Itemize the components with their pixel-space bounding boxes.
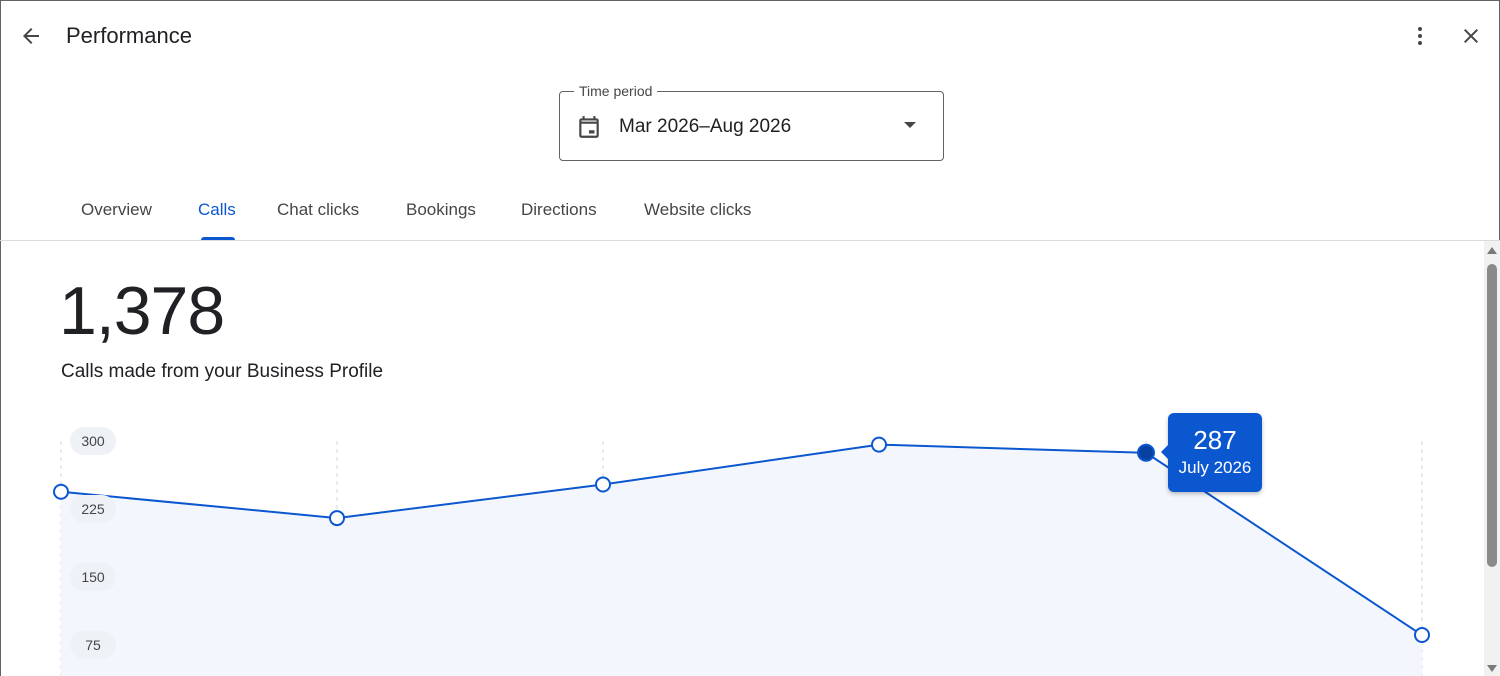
calls-panel: 1,378 Calls made from your Business Prof… <box>0 241 1484 676</box>
header: Performance <box>0 0 1500 72</box>
tab-website-clicks[interactable]: Website clicks <box>644 180 751 240</box>
tab-bookings[interactable]: Bookings <box>406 180 476 240</box>
y-tick-label: 225 <box>70 495 116 523</box>
metric-tabs: Overview Calls Chat clicks Bookings Dire… <box>0 180 1500 241</box>
more-options-button[interactable] <box>1400 16 1440 56</box>
y-tick-label: 150 <box>70 563 116 591</box>
data-point[interactable] <box>53 483 69 500</box>
time-period-label: Time period <box>574 81 658 101</box>
tab-directions[interactable]: Directions <box>521 180 597 240</box>
calendar-icon <box>579 116 599 138</box>
tooltip-label: July 2026 <box>1178 458 1252 477</box>
active-tab-indicator <box>201 237 235 240</box>
data-point[interactable] <box>329 510 345 527</box>
page-title: Performance <box>66 23 192 48</box>
time-period-value: Mar 2026–Aug 2026 <box>619 116 792 137</box>
tooltip-value: 287 <box>1193 425 1237 455</box>
data-point-highlighted[interactable] <box>1137 443 1155 462</box>
arrow-back-icon <box>23 28 39 44</box>
tab-overview[interactable]: Overview <box>81 180 152 240</box>
data-point[interactable] <box>871 436 887 453</box>
chart-tooltip: 287 July 2026 <box>1161 413 1262 492</box>
y-tick-label: 300 <box>70 427 116 455</box>
time-period-select[interactable]: Time period Mar 2026–Aug 2026 <box>559 81 944 161</box>
scroll-up-arrow-icon[interactable] <box>1487 247 1497 254</box>
more-vert-icon <box>1418 27 1422 45</box>
close-button[interactable] <box>1451 16 1491 56</box>
data-point[interactable] <box>595 476 611 493</box>
tab-calls[interactable]: Calls <box>198 180 236 240</box>
data-point[interactable] <box>1414 627 1430 644</box>
back-button[interactable] <box>11 16 51 56</box>
dropdown-arrow-icon <box>904 122 916 128</box>
close-icon <box>1464 29 1478 43</box>
scroll-down-arrow-icon[interactable] <box>1487 665 1497 672</box>
vertical-scrollbar[interactable] <box>1484 241 1500 676</box>
scroll-thumb[interactable] <box>1487 264 1497 567</box>
tab-chat-clicks[interactable]: Chat clicks <box>277 180 359 240</box>
y-tick-label: 75 <box>70 631 116 659</box>
